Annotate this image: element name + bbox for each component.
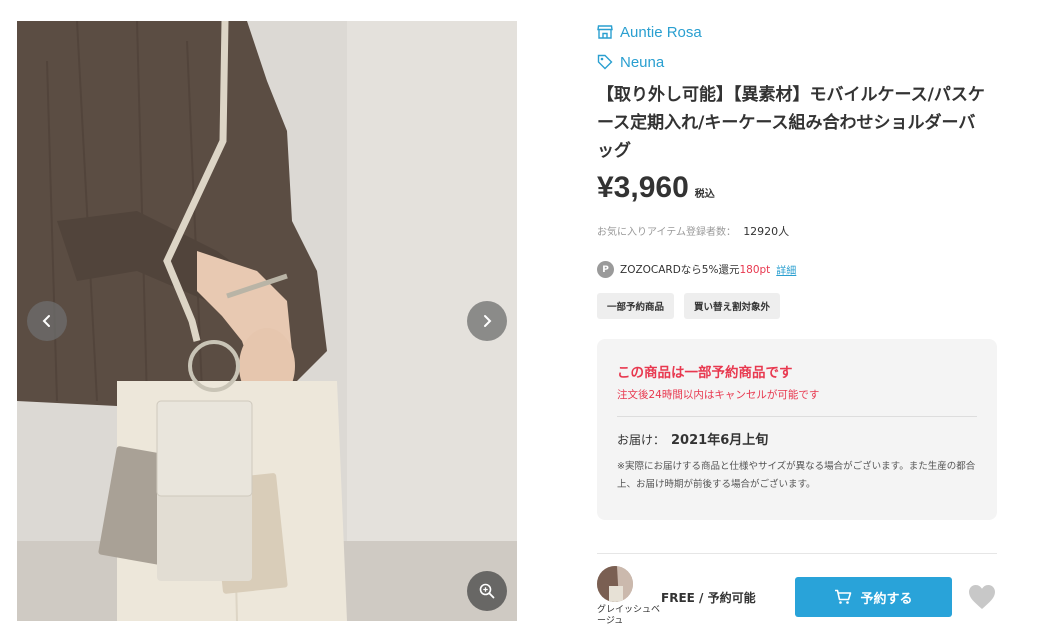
- chevron-right-icon: [484, 315, 492, 327]
- favorite-label: お気に入りアイテム登録者数：: [597, 227, 736, 238]
- price-row: ¥3,960 税込: [597, 171, 997, 205]
- notice-divider: [617, 416, 977, 417]
- sku-row: グレイッシュベージュ FREE / 予約可能 予約する: [597, 565, 997, 635]
- favorite-count-row: お気に入りアイテム登録者数： 12920人: [597, 223, 997, 239]
- points-detail-link[interactable]: 詳細: [776, 262, 796, 277]
- price: ¥3,960: [597, 171, 689, 204]
- notice-subtext: 注文後24時間以内はキャンセルが可能です: [617, 389, 820, 401]
- color-name: グレイッシュベージュ: [597, 605, 661, 626]
- tax-label: 税込: [694, 189, 715, 200]
- points-text: ZOZOCARDなら5%還元: [620, 264, 740, 276]
- delivery-note: ※実際にお届けする商品と仕様やサイズが異なる場合がございます。また生産の都合上、…: [617, 461, 976, 490]
- previous-image-button[interactable]: [27, 301, 67, 341]
- point-badge-icon: P: [597, 261, 614, 278]
- reserve-label: 予約する: [860, 591, 913, 607]
- cart-icon: [835, 589, 852, 604]
- color-swatch[interactable]: [597, 566, 633, 602]
- zoom-in-icon: [479, 583, 495, 599]
- delivery-date: 2021年6月上旬: [671, 433, 769, 448]
- points-value: 180pt: [739, 263, 771, 276]
- delivery-row: お届け： 2021年6月上旬: [617, 429, 977, 448]
- heart-icon[interactable]: [967, 583, 997, 611]
- tag-preorder: 一部予約商品: [597, 293, 675, 319]
- points-row: P ZOZOCARDなら5%還元 180pt 詳細: [597, 261, 997, 278]
- brand-row: Neuna: [597, 51, 997, 73]
- chevron-left-icon: [42, 315, 50, 327]
- product-image-gallery[interactable]: [17, 21, 517, 621]
- reserve-button[interactable]: 予約する: [795, 577, 952, 617]
- shop-row: Auntie Rosa: [597, 21, 997, 43]
- zoom-button[interactable]: [467, 571, 507, 611]
- notice-heading: この商品は一部予約商品です: [617, 365, 793, 381]
- section-divider: [597, 553, 997, 554]
- tag-icon: [597, 54, 613, 70]
- preorder-notice: この商品は一部予約商品です 注文後24時間以内はキャンセルが可能です お届け： 2…: [597, 339, 997, 520]
- tag-trade-in-excluded: 買い替え割対象外: [684, 293, 781, 319]
- product-info: Auntie Rosa Neuna 【取り外し可能】【異素材】モバイルケース/パ…: [597, 21, 997, 520]
- favorite-count: 12920人: [743, 225, 790, 238]
- store-icon: [597, 24, 613, 40]
- brand-link[interactable]: Neuna: [620, 54, 664, 71]
- next-image-button[interactable]: [467, 301, 507, 341]
- delivery-label: お届け：: [617, 433, 666, 447]
- product-photo: [17, 21, 517, 621]
- shop-link[interactable]: Auntie Rosa: [620, 24, 702, 41]
- product-title: 【取り外し可能】【異素材】モバイルケース/パスケース定期入れ/キーケース組み合わ…: [597, 85, 985, 161]
- tag-list: 一部予約商品 買い替え割対象外: [597, 293, 997, 319]
- size-status: FREE / 予約可能: [661, 591, 756, 605]
